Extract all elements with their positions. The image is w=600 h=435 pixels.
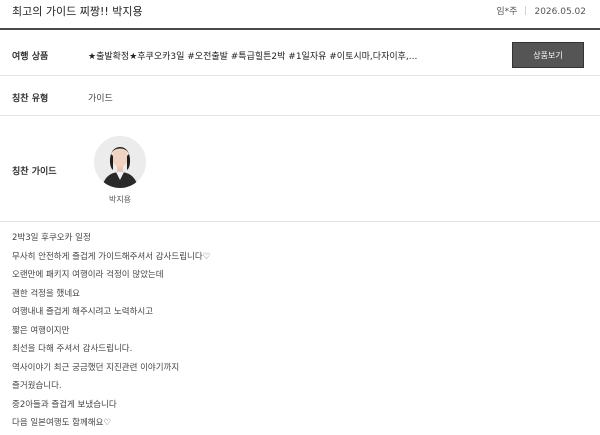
view-product-button[interactable]: 상품보기 bbox=[512, 42, 584, 68]
praise-type-value: 가이드 bbox=[88, 94, 113, 104]
review-date: 2026.05.02 bbox=[534, 7, 586, 17]
review-body-line: 2박3일 후쿠오카 일정 bbox=[12, 233, 91, 243]
praise-guide-row: 칭찬 가이드 박지용 bbox=[0, 116, 600, 222]
review-body: 2박3일 후쿠오카 일정 무사히 안전하게 즐겁게 가이드해주셔서 감사드립니다… bbox=[12, 231, 572, 435]
guide-name: 박지용 bbox=[108, 195, 132, 204]
meta-divider bbox=[525, 6, 527, 15]
review-body-line: 오랜만에 패키지 여행이라 걱정이 많았는데 bbox=[12, 270, 164, 280]
review-body-line: 최선을 다해 주셔서 감사드립니다. bbox=[12, 344, 133, 354]
review-body-line: 역사이야기 최근 궁금했던 지진관련 이야기까지 bbox=[12, 362, 180, 373]
praise-type-label: 칭찬 유형 bbox=[12, 94, 49, 104]
review-body-line: 여행내내 즐겁게 해주시려고 노력하시고 bbox=[12, 307, 154, 317]
praise-guide-label: 칭찬 가이드 bbox=[12, 167, 57, 177]
product-label: 여행 상품 bbox=[12, 52, 49, 62]
product-name[interactable]: ★출발확정★후쿠오카3일 #오전출발 #특급힐튼2박 #1일자유 #이토시마,다… bbox=[88, 49, 417, 62]
review-body-line: 다음 일본여행도 함께해요♡ bbox=[12, 418, 112, 428]
author-name: 임*주 bbox=[496, 7, 518, 17]
review-body-line: 짧은 여행이지만 bbox=[12, 325, 70, 336]
review-body-line: 괜한 걱정을 했네요 bbox=[12, 288, 80, 299]
guide-photo-icon bbox=[94, 136, 146, 188]
praise-type-row: 칭찬 유형 가이드 bbox=[0, 76, 600, 116]
review-header: 최고의 가이드 찌짱!! 박지용 임*주 2026.05.02 bbox=[0, 0, 600, 28]
review-body-line: 무사히 안전하게 즐겁게 가이드해주셔서 감사드립니다♡ bbox=[12, 251, 211, 262]
product-row: 여행 상품 ★출발확정★후쿠오카3일 #오전출발 #특급힐튼2박 #1일자유 #… bbox=[0, 30, 600, 76]
review-body-line: 즐거웠습니다. bbox=[12, 381, 62, 391]
guide-avatar bbox=[94, 136, 146, 188]
review-title: 최고의 가이드 찌짱!! 박지용 bbox=[12, 5, 143, 18]
review-meta: 임*주 2026.05.02 bbox=[496, 4, 586, 17]
review-body-line: 중2아들과 즐겁게 보냈습니다 bbox=[12, 399, 117, 410]
